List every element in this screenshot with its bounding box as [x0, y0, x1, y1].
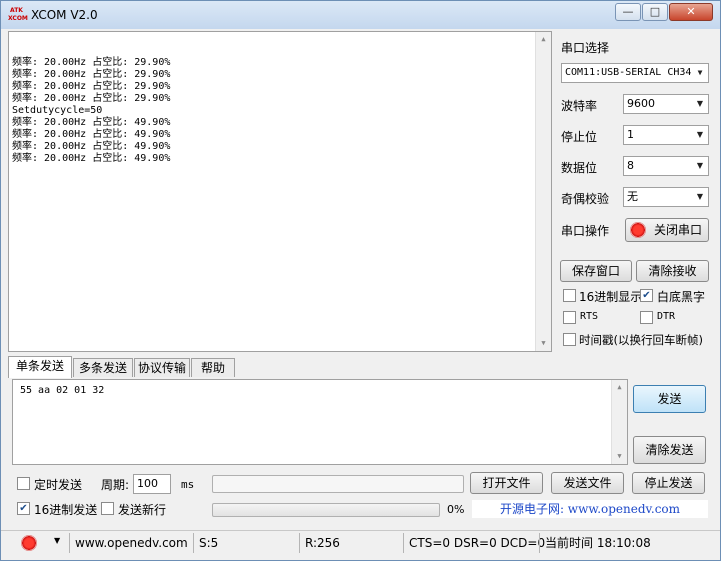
- rts-label: RTS: [580, 311, 599, 322]
- status-signals: CTS=0 DSR=0 DCD=0: [403, 533, 545, 553]
- chevron-down-icon: ▼: [693, 158, 707, 174]
- minimize-icon[interactable]: —: [615, 3, 641, 21]
- hex-send-checkbox[interactable]: ✔: [17, 502, 30, 515]
- tab-single-send[interactable]: 单条发送: [8, 356, 72, 378]
- baud-value: 9600: [627, 97, 655, 110]
- save-window-button[interactable]: 保存窗口: [560, 260, 632, 282]
- scroll-down-icon[interactable]: ▼: [612, 449, 627, 464]
- receive-line: 频率: 20.00Hz 占空比: 49.90%: [12, 129, 171, 140]
- hex-display-checkbox[interactable]: [563, 289, 576, 302]
- port-op-label: 串口操作: [561, 224, 610, 238]
- white-bg-label: 白底黑字: [657, 290, 706, 304]
- port-value: COM11:USB-SERIAL CH34: [565, 67, 692, 78]
- send-progress-bar: [212, 503, 440, 517]
- rts-checkbox[interactable]: [563, 311, 576, 324]
- tab-help[interactable]: 帮助: [191, 358, 235, 377]
- timestamp-label: 时间戳(以换行回车断帧): [579, 333, 703, 347]
- send-content: 55 aa 02 01 32: [20, 385, 105, 396]
- receive-line: 频率: 20.00Hz 占空比: 29.90%: [12, 69, 171, 80]
- send-scrollbar[interactable]: ▲ ▼: [611, 380, 627, 464]
- app-logo-icon: ATK XCOM: [8, 7, 28, 22]
- databit-value: 8: [627, 159, 634, 172]
- scroll-down-icon[interactable]: ▼: [536, 336, 551, 351]
- scroll-up-icon[interactable]: ▲: [612, 380, 627, 395]
- chevron-down-icon: ▼: [693, 189, 707, 205]
- status-sent-count: S:5: [193, 533, 299, 553]
- timed-send-checkbox[interactable]: [17, 477, 30, 490]
- close-icon[interactable]: ✕: [669, 3, 713, 21]
- chevron-down-icon: ▼: [693, 96, 707, 112]
- stopbit-value: 1: [627, 128, 634, 141]
- baud-select[interactable]: 9600 ▼: [623, 94, 709, 114]
- status-website[interactable]: www.openedv.com: [69, 533, 193, 553]
- close-port-label: 关闭串口: [653, 223, 702, 237]
- settings-icon[interactable]: [21, 535, 37, 551]
- parity-label: 奇偶校验: [561, 192, 610, 206]
- clear-receive-button[interactable]: 清除接收: [636, 260, 709, 282]
- stopbit-label: 停止位: [561, 130, 598, 144]
- receive-textarea[interactable]: 频率: 20.00Hz 占空比: 29.90% 频率: 20.00Hz 占空比: …: [8, 31, 552, 352]
- send-newline-label: 发送新行: [118, 503, 167, 517]
- dtr-label: DTR: [657, 311, 676, 322]
- status-received-count: R:256: [299, 533, 403, 553]
- receive-line: 频率: 20.00Hz 占空比: 29.90%: [12, 93, 171, 104]
- hex-send-label: 16进制发送: [34, 503, 98, 517]
- send-button[interactable]: 发送: [633, 385, 706, 413]
- open-file-button[interactable]: 打开文件: [470, 472, 543, 494]
- hex-display-label: 16进制显示: [579, 290, 643, 304]
- send-textarea[interactable]: 55 aa 02 01 32 ▲ ▼: [12, 379, 628, 465]
- clear-send-button[interactable]: 清除发送: [633, 436, 706, 464]
- port-select-label: 串口选择: [561, 41, 610, 55]
- chevron-down-icon[interactable]: ▼: [54, 536, 60, 545]
- receive-line: 频率: 20.00Hz 占空比: 49.90%: [12, 141, 171, 152]
- maximize-icon[interactable]: □: [642, 3, 668, 21]
- tab-protocol[interactable]: 协议传输: [134, 358, 190, 377]
- receive-line: 频率: 20.00Hz 占空比: 29.90%: [12, 81, 171, 92]
- send-file-button[interactable]: 发送文件: [551, 472, 624, 494]
- white-bg-checkbox[interactable]: ✔: [640, 289, 653, 302]
- period-unit: ms: [181, 478, 195, 491]
- file-path-field: [212, 475, 464, 493]
- receive-line: 频率: 20.00Hz 占空比: 49.90%: [12, 153, 171, 164]
- progress-percent: 0%: [447, 503, 465, 516]
- title-bar[interactable]: ATK XCOM XCOM V2.0 — □ ✕: [1, 1, 720, 29]
- receive-line: 频率: 20.00Hz 占空比: 29.90%: [12, 57, 171, 68]
- receive-lines: 频率: 20.00Hz 占空比: 29.90% 频率: 20.00Hz 占空比: …: [12, 57, 548, 165]
- stop-send-button[interactable]: 停止发送: [632, 472, 705, 494]
- parity-select[interactable]: 无 ▼: [623, 187, 709, 207]
- databit-label: 数据位: [561, 161, 598, 175]
- status-time: 当前时间 18:10:08: [539, 533, 720, 553]
- scroll-up-icon[interactable]: ▲: [536, 32, 551, 47]
- chevron-down-icon: ▼: [693, 127, 707, 143]
- dtr-checkbox[interactable]: [640, 311, 653, 324]
- period-input[interactable]: 100: [133, 474, 171, 494]
- port-status-icon: [630, 222, 646, 238]
- period-label: 周期:: [101, 478, 130, 492]
- parity-value: 无: [627, 190, 638, 203]
- receive-scrollbar[interactable]: ▲ ▼: [535, 32, 551, 351]
- timestamp-checkbox[interactable]: [563, 333, 576, 346]
- stopbit-select[interactable]: 1 ▼: [623, 125, 709, 145]
- port-select[interactable]: COM11:USB-SERIAL CH34 ▼: [561, 63, 709, 83]
- window-title: XCOM V2.0: [31, 8, 98, 22]
- close-port-button[interactable]: 关闭串口: [625, 218, 709, 242]
- tab-multi-send[interactable]: 多条发送: [73, 358, 133, 377]
- timed-send-label: 定时发送: [34, 478, 83, 492]
- website-ad-link[interactable]: 开源电子网: www.openedv.com: [472, 500, 708, 518]
- status-bar: ▼ www.openedv.com S:5 R:256 CTS=0 DSR=0 …: [1, 530, 720, 554]
- receive-line: Setdutycycle=50: [12, 105, 103, 116]
- baud-label: 波特率: [561, 99, 598, 113]
- xcom-window: ATK XCOM XCOM V2.0 — □ ✕ 频率: 20.00Hz 占空比:…: [0, 0, 721, 561]
- chevron-down-icon: ▼: [693, 65, 707, 81]
- receive-line: 频率: 20.00Hz 占空比: 49.90%: [12, 117, 171, 128]
- send-newline-checkbox[interactable]: [101, 502, 114, 515]
- databit-select[interactable]: 8 ▼: [623, 156, 709, 176]
